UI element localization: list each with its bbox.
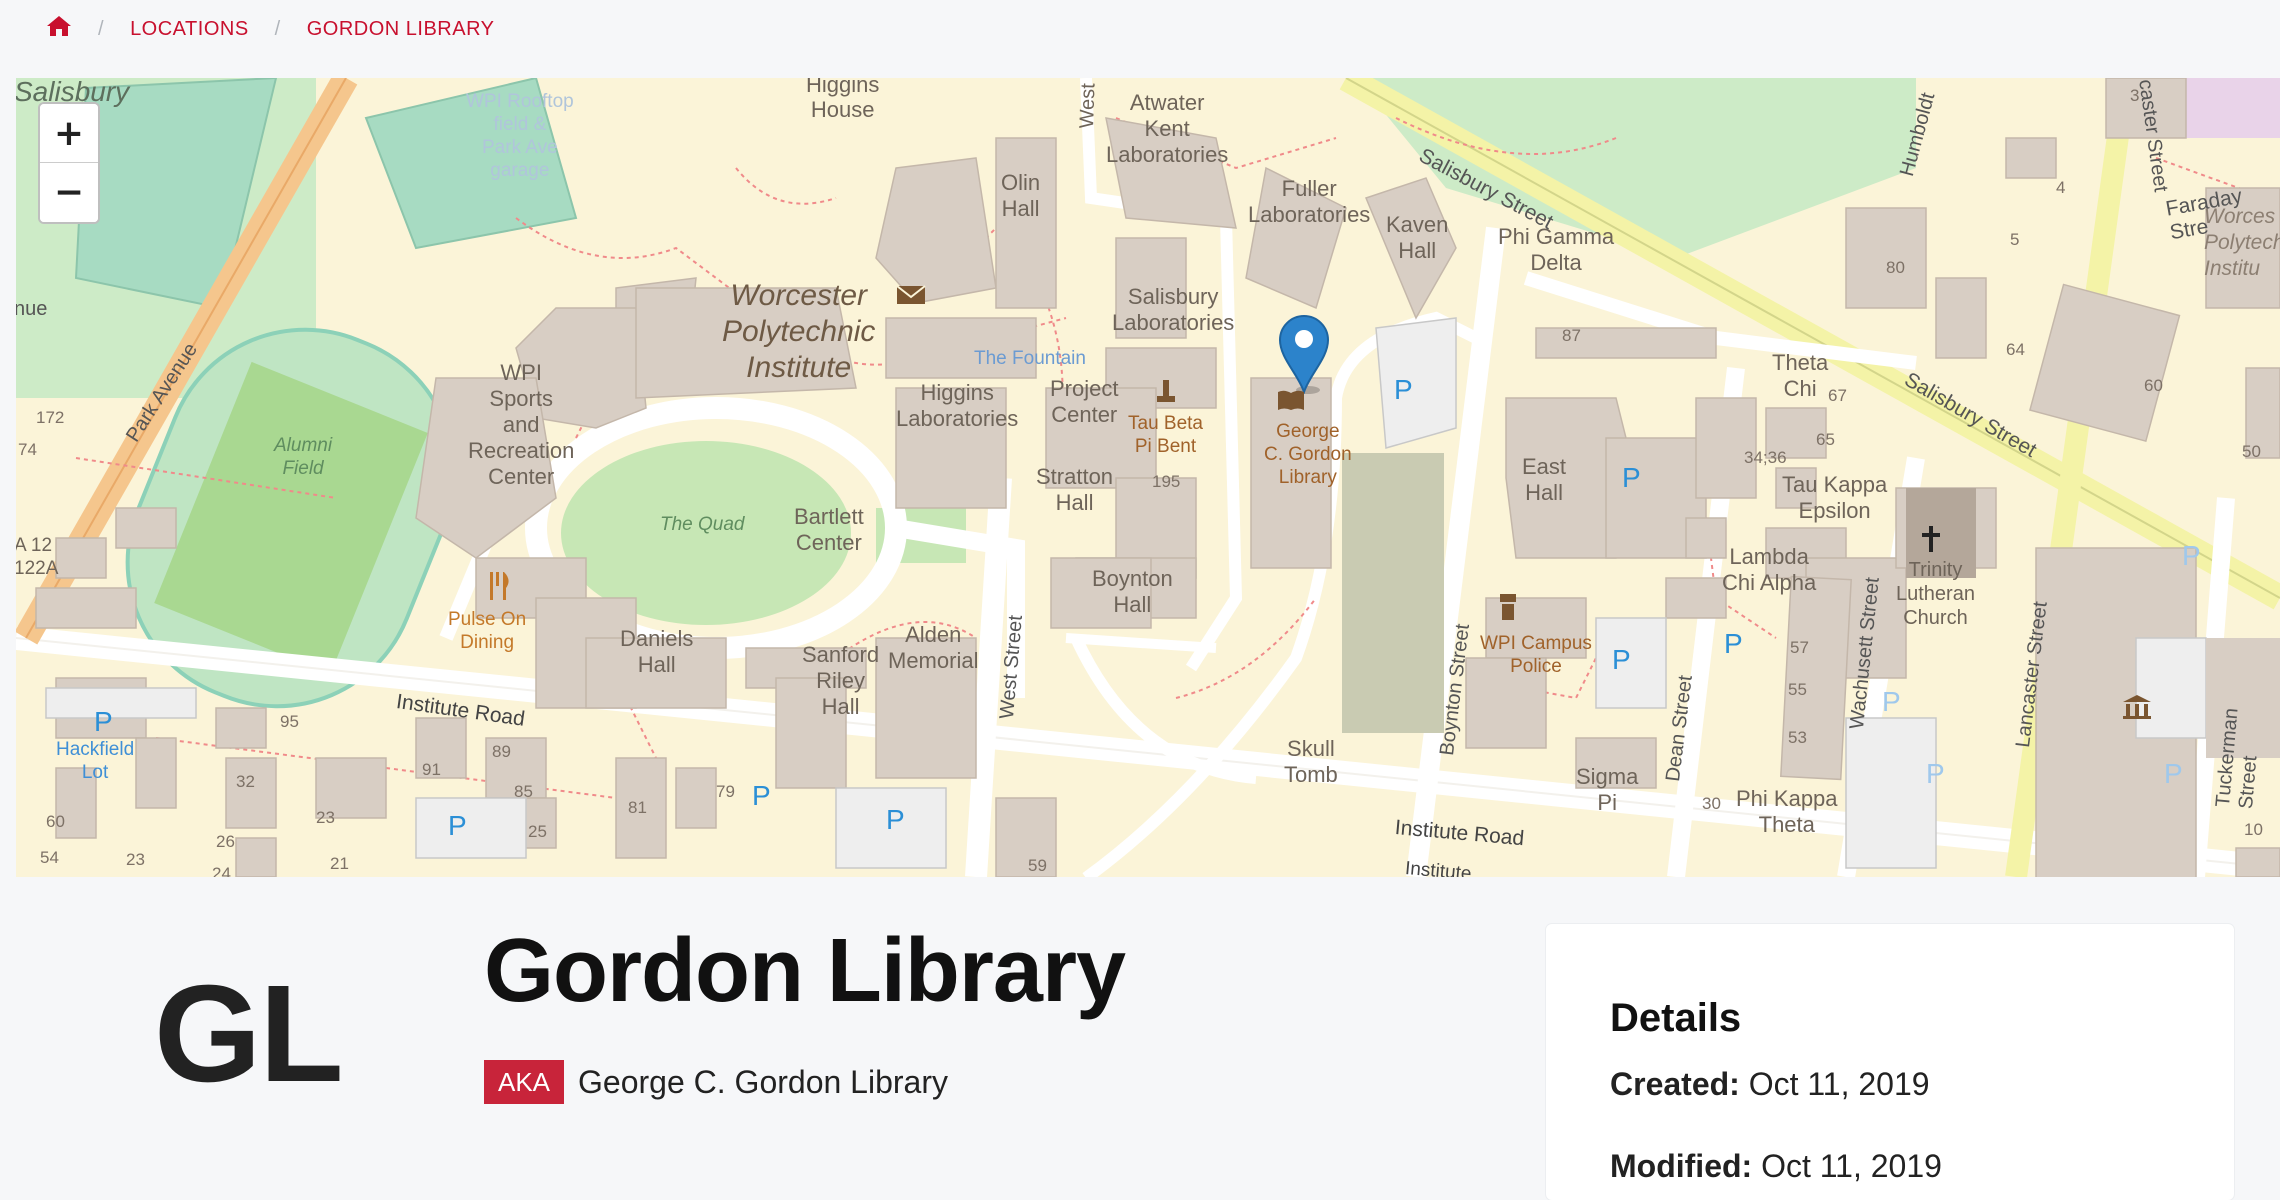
map-label-east-hall: East Hall bbox=[1522, 454, 1567, 505]
aka-row: AKA George C. Gordon Library bbox=[484, 1060, 948, 1104]
map-label-the-quad: The Quad bbox=[660, 514, 745, 535]
map-label-daniels: Daniels Hall bbox=[620, 626, 694, 677]
parking-icon: P bbox=[1622, 462, 1641, 493]
created-label: Created: bbox=[1610, 1066, 1740, 1102]
breadcrumb-separator: / bbox=[274, 17, 281, 40]
map-label-trinity: Trinity Lutheran Church bbox=[1896, 559, 1975, 629]
map-label-fuller: Fuller Laboratories bbox=[1248, 176, 1371, 227]
zoom-control: + − bbox=[38, 102, 100, 224]
map-label-project-center: Project Center bbox=[1050, 376, 1119, 427]
modified-row: Modified: Oct 11, 2019 bbox=[1610, 1148, 1942, 1185]
map-label-wpi: Worcester Polytechnic Institute bbox=[722, 279, 876, 384]
map-label-institute-bottom: Institute bbox=[1404, 858, 1473, 877]
map-label-wpi-corner: Worces Polytech Institu bbox=[2204, 205, 2280, 280]
library-icon bbox=[1278, 390, 1304, 410]
parking-icon: P bbox=[752, 780, 771, 811]
map-label-park-avenue: Park Avenue bbox=[122, 339, 203, 446]
parking-icon: P bbox=[1612, 644, 1631, 675]
created-row: Created: Oct 11, 2019 bbox=[1610, 1066, 1930, 1103]
map-label-west-top: West bbox=[1076, 82, 1100, 129]
breadcrumb-separator: / bbox=[98, 17, 105, 40]
map-label-dean-street: Dean Street bbox=[1662, 674, 1697, 783]
page-title: Gordon Library bbox=[484, 921, 1126, 1021]
breadcrumb-home[interactable] bbox=[46, 14, 72, 44]
museum-icon bbox=[2123, 695, 2151, 719]
map-label-west-street: West Street bbox=[996, 614, 1027, 720]
map-label-boynton-street: Boynton Street bbox=[1436, 622, 1474, 757]
police-icon bbox=[1500, 594, 1516, 620]
map-label-atwater: Atwater Kent Laboratories bbox=[1106, 90, 1229, 167]
parking-icon: P bbox=[1394, 374, 1413, 405]
map-label-higgins-house: Higgins House bbox=[806, 78, 880, 122]
map-label-alden: Alden Memorial bbox=[888, 622, 979, 673]
map-label-salisbury-street-2: Salisbury Street bbox=[1900, 368, 2041, 463]
map-label-bartlett: Bartlett Center bbox=[794, 504, 864, 555]
location-initials: GL bbox=[154, 957, 344, 1111]
parking-icon: P bbox=[1724, 628, 1743, 659]
breadcrumb-locations[interactable]: LOCATIONS bbox=[130, 18, 249, 41]
map-label-salisbury-labs: Salisbury Laboratories bbox=[1112, 284, 1235, 335]
map-label-wpi-sports: WPI Sports and Recreation Center bbox=[468, 360, 575, 489]
map-label-humboldt: Humboldt bbox=[1896, 90, 1940, 179]
map-label-hackfield: Hackfield Lot bbox=[56, 739, 135, 783]
aka-value: George C. Gordon Library bbox=[578, 1063, 948, 1100]
map-label-tau-kappa: Tau Kappa Epsilon bbox=[1782, 472, 1888, 523]
parking-icon: P bbox=[1926, 758, 1945, 789]
map-label-lancaster: Lancaster Street bbox=[2012, 600, 2052, 749]
map-label-alumni-field: Alumni Field bbox=[274, 435, 333, 479]
map-label-kaven: Kaven Hall bbox=[1386, 212, 1449, 263]
home-icon bbox=[47, 16, 71, 36]
parking-icon: P bbox=[448, 810, 467, 841]
parking-icon: P bbox=[2182, 540, 2201, 571]
map-label-lambda-chi: Lambda Chi Alpha bbox=[1722, 544, 1817, 595]
map-label-institute-road: Institute Road bbox=[394, 690, 527, 731]
map-label-nue: nue bbox=[16, 298, 48, 320]
map-label-wachusett: Wachusett Street bbox=[1846, 576, 1884, 731]
map-label-phi-gamma: Phi Gamma Delta bbox=[1498, 224, 1615, 275]
map-label-institute-road-2: Institute Road bbox=[1393, 816, 1526, 851]
map-label-a12: A 12 122A bbox=[16, 535, 59, 579]
map-label-gordon-library: George C. Gordon Library bbox=[1264, 421, 1352, 488]
map-label-phi-kappa: Phi Kappa Theta bbox=[1736, 786, 1838, 837]
map-label-fountain: The Fountain bbox=[974, 348, 1086, 369]
monument-icon bbox=[1157, 380, 1175, 402]
map-label-rooftop: WPI Rooftop field & Park Ave garage bbox=[466, 91, 574, 181]
modified-label: Modified: bbox=[1610, 1148, 1753, 1184]
map-label-police: WPI Campus Police bbox=[1480, 633, 1592, 677]
map-pin-icon[interactable] bbox=[1278, 314, 1330, 394]
campus-map[interactable]: Salisbury WPI Rooftop field & Park Ave gara… bbox=[16, 78, 2280, 877]
map-label-sanford: Sanford Riley Hall bbox=[802, 642, 880, 719]
map-label-skull-tomb: Skull Tomb bbox=[1284, 736, 1338, 787]
church-icon bbox=[1922, 526, 1940, 552]
map-labels: Salisbury WPI Rooftop field & Park Ave gara… bbox=[16, 78, 2280, 877]
parking-icon: P bbox=[94, 706, 113, 737]
map-label-theta-chi: Theta Chi bbox=[1772, 350, 1829, 401]
aka-badge: AKA bbox=[484, 1060, 565, 1104]
parking-icon: P bbox=[2164, 758, 2183, 789]
map-label-boynton-hall: Boynton Hall bbox=[1092, 566, 1173, 617]
mail-icon bbox=[896, 285, 926, 304]
modified-value: Oct 11, 2019 bbox=[1761, 1148, 1942, 1184]
details-heading: Details bbox=[1610, 996, 1742, 1040]
zoom-in-button[interactable]: + bbox=[40, 104, 98, 163]
restaurant-icon bbox=[490, 572, 509, 600]
map-label-pulse-on: Pulse On Dining bbox=[448, 609, 527, 653]
breadcrumb-gordon-library[interactable]: GORDON LIBRARY bbox=[307, 18, 495, 41]
map-label-sigma-pi: Sigma Pi bbox=[1576, 764, 1639, 815]
zoom-out-button[interactable]: − bbox=[40, 163, 98, 222]
map-label-olin: Olin Hall bbox=[1001, 170, 1041, 221]
parking-icon: P bbox=[1882, 686, 1901, 717]
map-label-stratton: Stratton Hall bbox=[1036, 464, 1114, 515]
map-label-higgins-labs: Higgins Laboratories bbox=[896, 380, 1019, 431]
parking-icon: P bbox=[886, 804, 905, 835]
map-label-tuckerman: Tuckerman Street bbox=[2212, 707, 2262, 810]
details-card: Details Created: Oct 11, 2019 Modified: … bbox=[1546, 924, 2234, 1200]
created-value: Oct 11, 2019 bbox=[1748, 1066, 1930, 1102]
breadcrumb: / LOCATIONS / GORDON LIBRARY bbox=[46, 14, 495, 44]
map-label-tau-beta: Tau Beta Pi Bent bbox=[1128, 413, 1203, 457]
